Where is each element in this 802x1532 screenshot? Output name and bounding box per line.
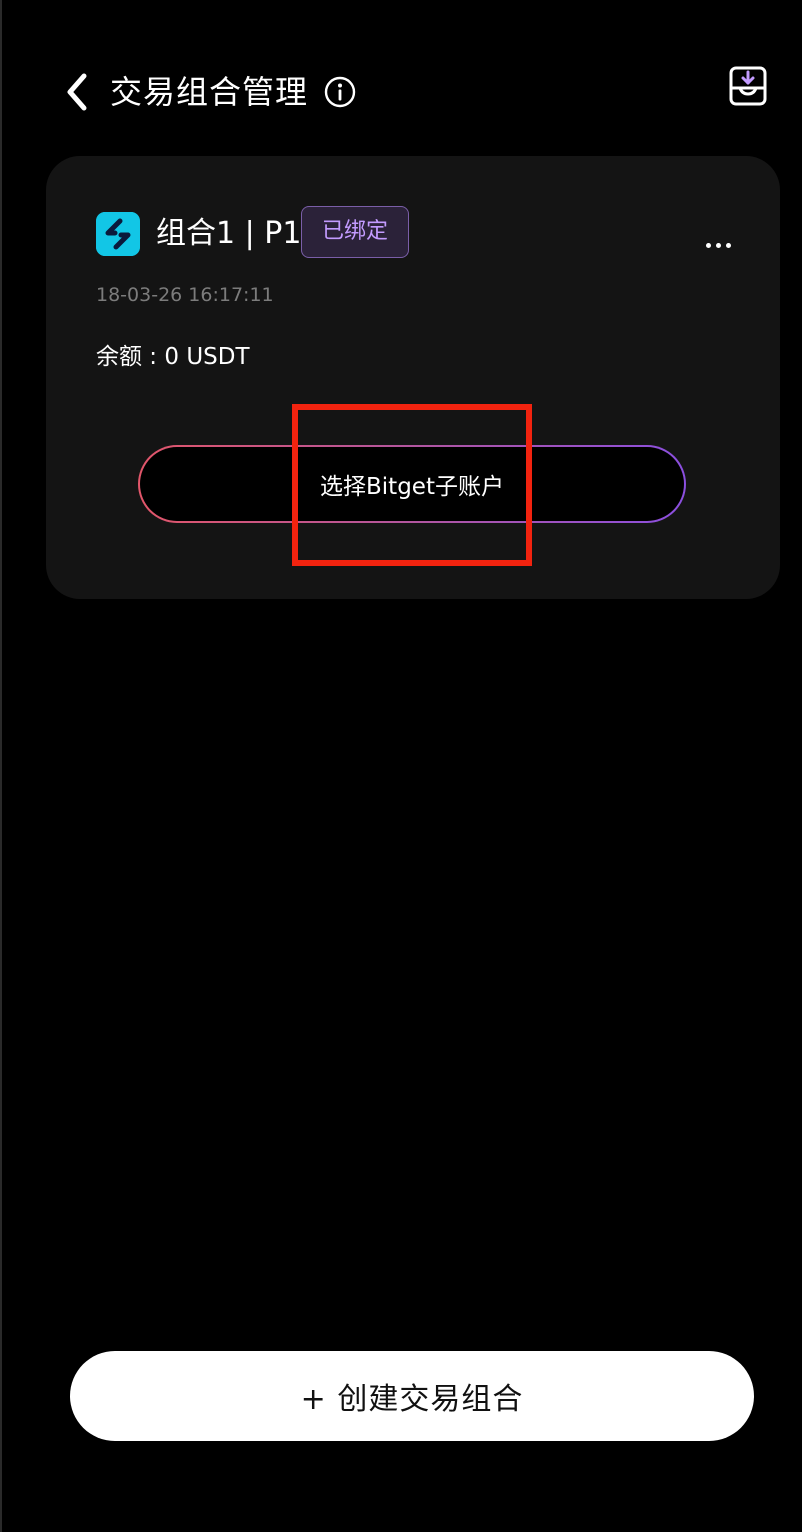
- download-tray-icon[interactable]: [726, 64, 770, 108]
- more-horizontal-icon: [705, 242, 711, 248]
- chevron-left-icon: [67, 73, 87, 111]
- portfolio-card: 组合1 | P1 已绑定 18-03-26 16:17:11 余额 : 0 US…: [46, 156, 780, 599]
- screen-edge: [0, 0, 2, 1532]
- balance-text: 余额 : 0 USDT: [96, 344, 250, 370]
- bound-status-badge: 已绑定: [301, 206, 409, 258]
- select-subaccount-button[interactable]: 选择Bitget子账户: [138, 445, 686, 523]
- page-title: 交易组合管理: [110, 73, 309, 111]
- bitget-logo-icon: [96, 212, 140, 256]
- more-options-button[interactable]: [698, 230, 738, 260]
- created-timestamp: 18-03-26 16:17:11: [96, 284, 274, 306]
- select-subaccount-label: 选择Bitget子账户: [140, 447, 684, 521]
- top-bar: 交易组合管理: [0, 60, 802, 130]
- info-icon[interactable]: [324, 76, 356, 108]
- back-button[interactable]: [56, 72, 96, 112]
- portfolio-name: 组合1 | P1: [156, 216, 302, 251]
- create-portfolio-button[interactable]: + 创建交易组合: [70, 1351, 754, 1441]
